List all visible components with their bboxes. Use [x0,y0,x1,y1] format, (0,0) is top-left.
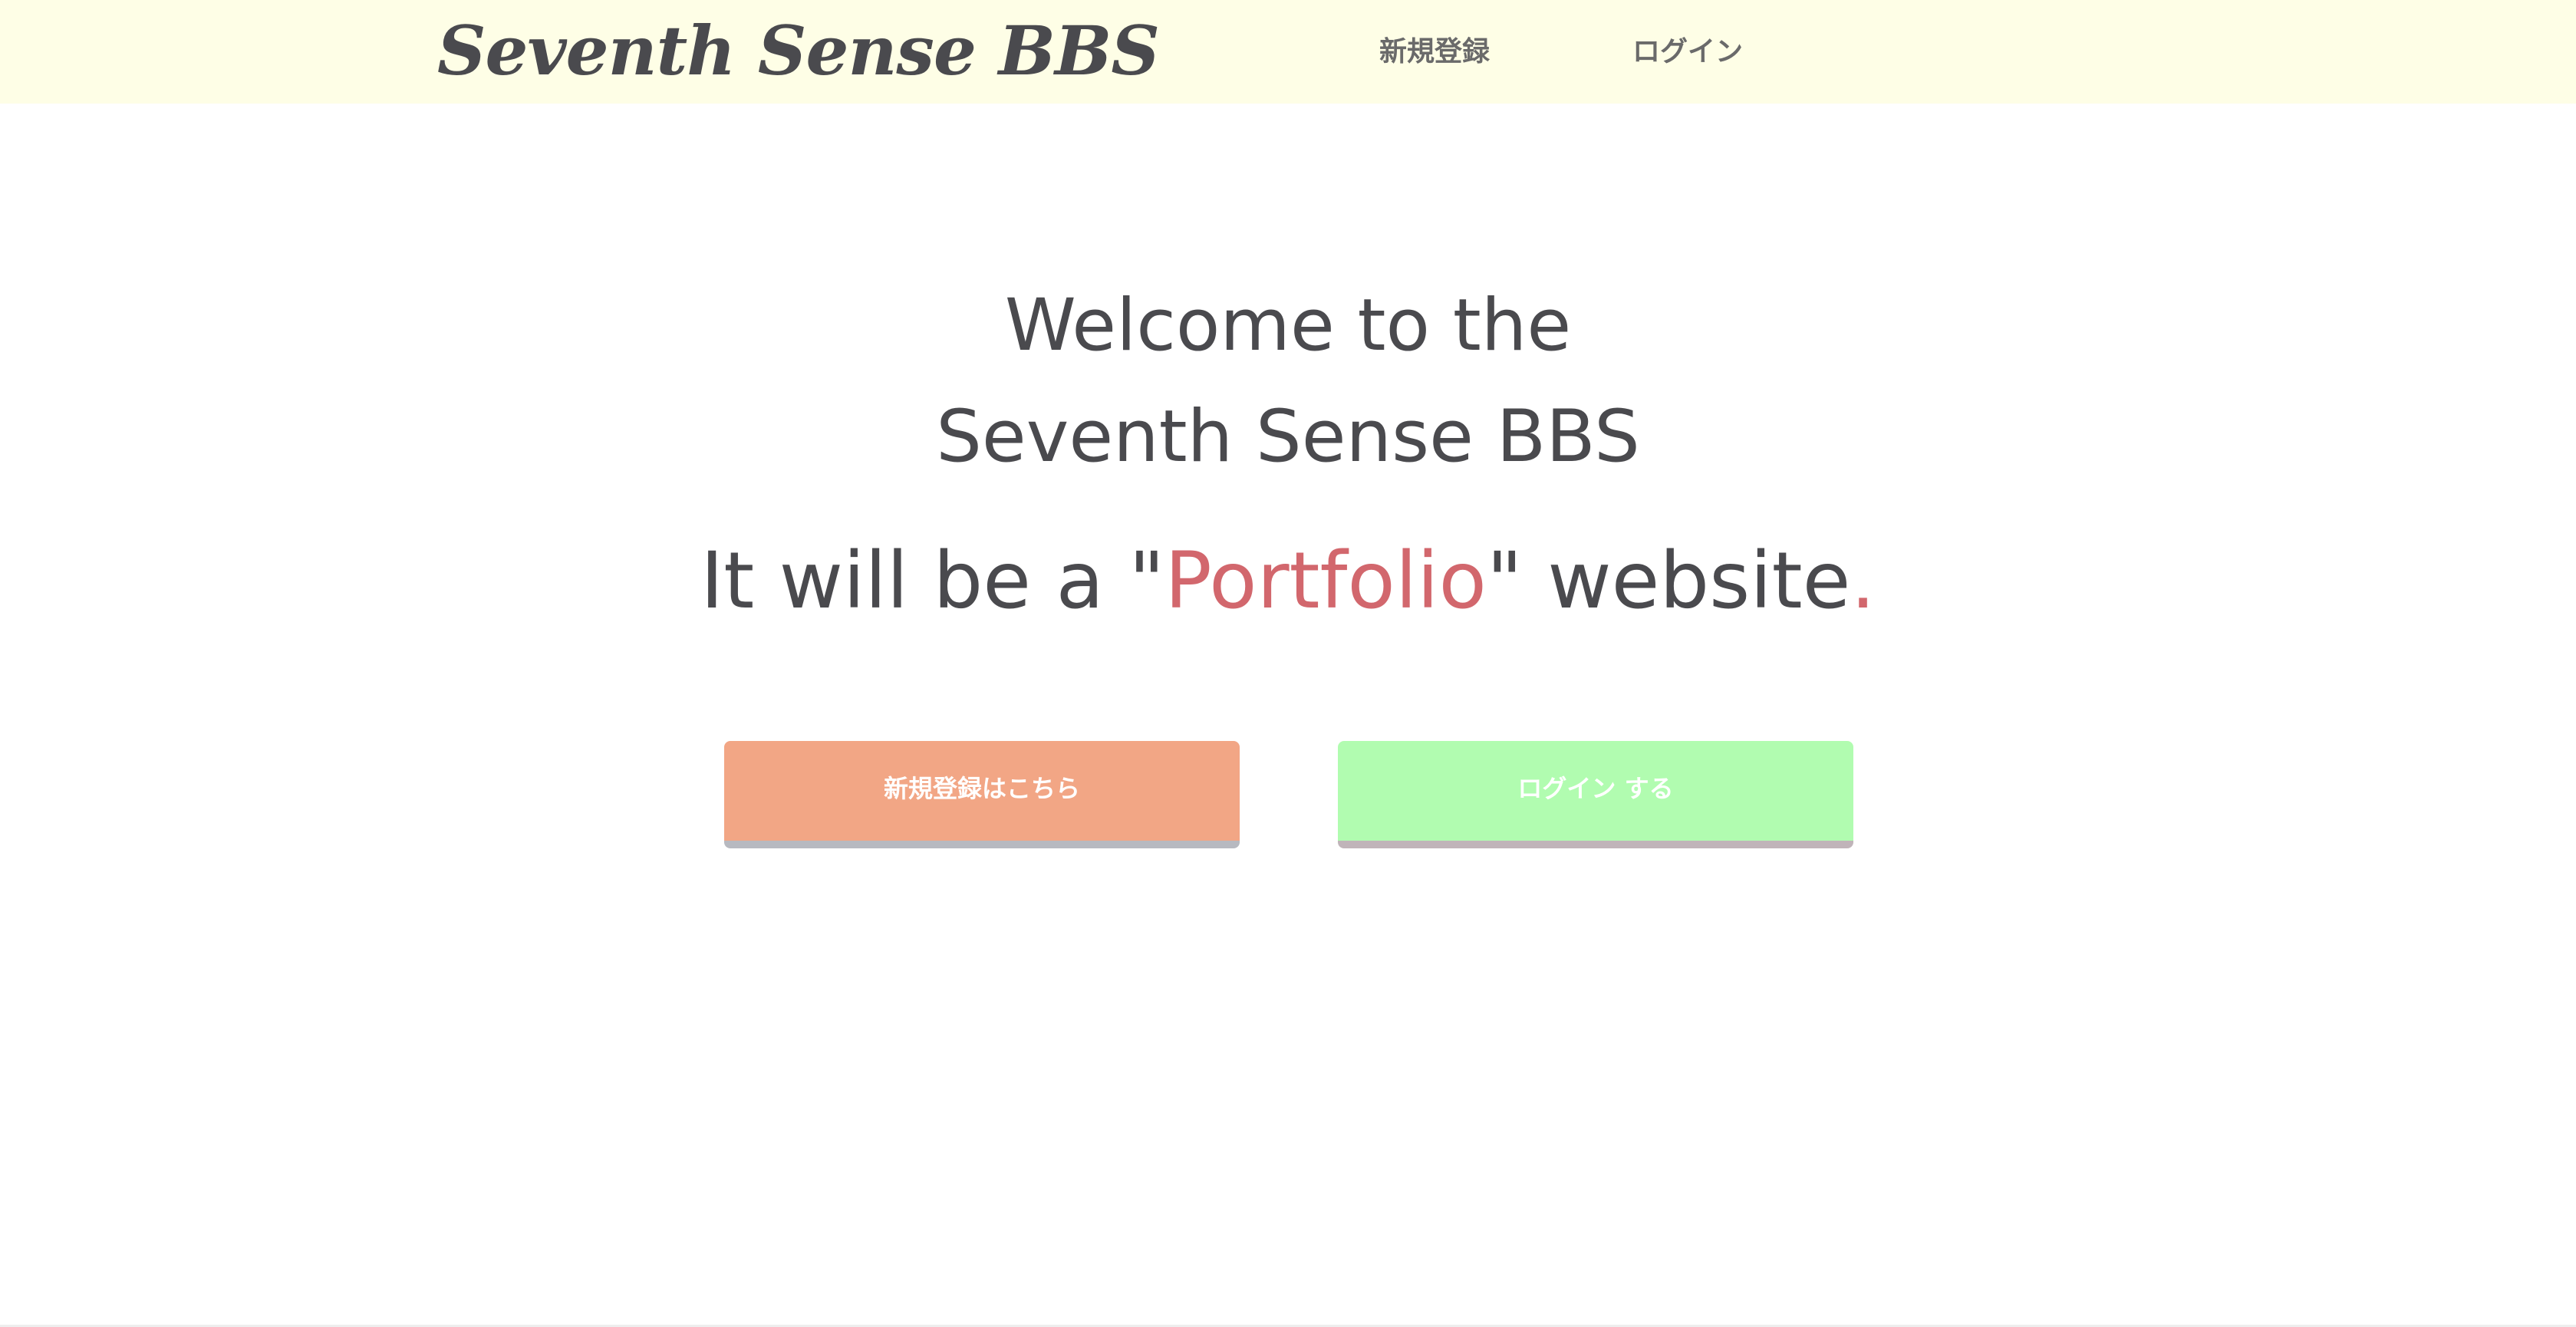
hero-heading-line1: Welcome to the [1004,284,1572,367]
tagline-highlight: Portfolio [1164,535,1487,627]
signup-button[interactable]: 新規登録はこちら [724,741,1240,848]
tagline-start: It will be a " [700,535,1165,627]
hero-heading-line2: Seventh Sense BBS [936,395,1640,479]
tagline: It will be a "Portfolio" website. [0,535,2576,627]
login-button[interactable]: ログイン する [1338,741,1853,848]
tagline-end: " website [1486,535,1851,627]
site-logo[interactable]: Seventh Sense BBS [437,11,1160,91]
nav-login-link[interactable]: ログイン [1632,29,1743,69]
top-header: Seventh Sense BBS 新規登録 ログイン [0,0,2576,104]
nav-signup-link[interactable]: 新規登録 [1379,29,1490,69]
tagline-period: . [1850,535,1876,627]
